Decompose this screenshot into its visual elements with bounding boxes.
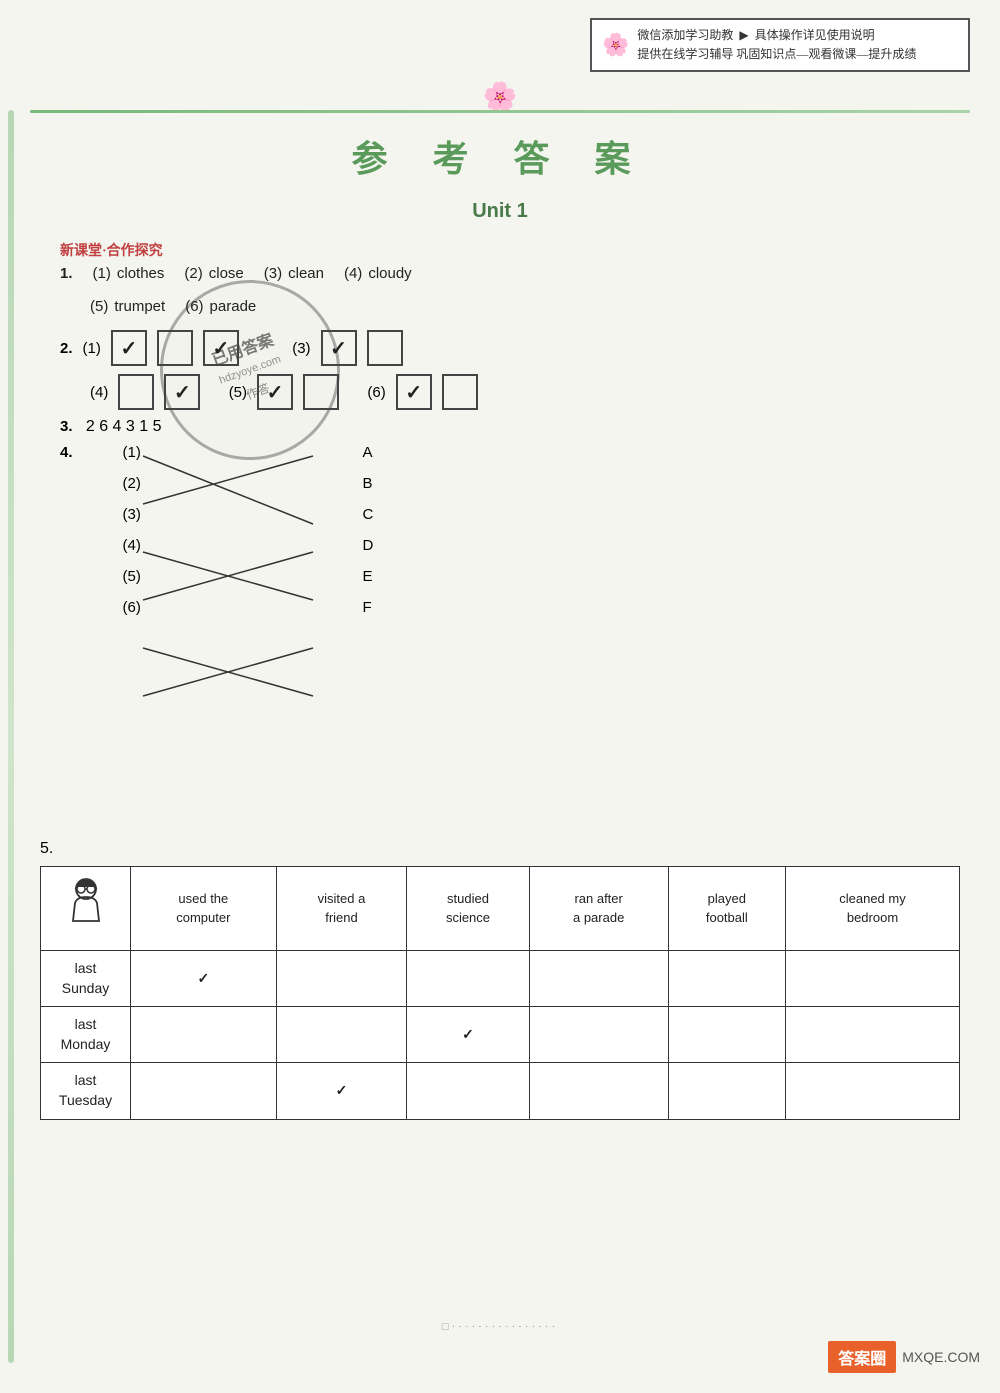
table-header-col6: cleaned mybedroom [786,867,960,951]
content-area: 1. (1) clothes (2) close (3) clean (4) c… [60,260,960,752]
question-2: 2. (1) ✓ ✓ (3) ✓ (4) ✓ (5) ✓ [60,330,960,410]
question-1: 1. (1) clothes (2) close (3) clean (4) c… [60,260,960,320]
q2-1-box3: ✓ [203,330,239,366]
question-4: 4. (1) (2) (3) (4) (5) [60,444,960,742]
q4-left: (1) (2) (3) (4) (5) (6) [123,444,141,616]
banner-text: 微信添加学习助教 ▶ 具体操作详见使用说明 提供在线学习辅导 巩固知识点—观看微… [637,26,916,64]
watermark-url: MXQE.COM [902,1349,980,1365]
q2-5-box2 [303,374,339,410]
q1-row1: 1. (1) clothes (2) close (3) clean (4) c… [60,260,960,287]
q4-left-3: (3) [123,506,141,523]
bottom-dots: □················ [442,1321,558,1333]
day-monday: lastMonday [41,1007,131,1063]
question-3: 3. 2 6 4 3 1 5 [60,418,960,436]
q4-left-5: (5) [123,568,141,585]
q4-right-D: D [363,537,374,554]
q4-left-1: (1) [123,444,141,461]
q2-4-box1 [118,374,154,410]
table-row-tuesday: lastTuesday ✓ [41,1063,960,1119]
q5-label: 5. [40,840,960,858]
table-row-monday: lastMonday ✓ [41,1007,960,1063]
banner-line2: 提供在线学习辅导 巩固知识点—观看微课—提升成绩 [637,45,916,64]
q4-right: A B C D E F [363,444,374,616]
q1-item-3: (3) clean [264,260,324,287]
q1-item-1: (1) clothes [93,260,165,287]
monday-col2 [276,1007,407,1063]
q4-right-B: B [363,475,374,492]
q2-1-box1: ✓ [111,330,147,366]
q4-right-F: F [363,599,374,616]
q3-sequence: 2 6 4 3 1 5 [86,418,162,435]
q4-left-2: (2) [123,475,141,492]
q2-3-box2 [367,330,403,366]
bottom-watermark: 答案圈 MXQE.COM [828,1341,980,1373]
q1-row2: (5) trumpet (6) parade [60,293,960,320]
q1-item-4: (4) cloudy [344,260,412,287]
section-label: 新课堂·合作探究 [60,240,163,260]
banner-icon: 🌸 [602,32,629,58]
sunday-col1: ✓ [131,951,277,1007]
tuesday-col3 [407,1063,529,1119]
table-header-row: used thecomputer visited afriend studied… [41,867,960,951]
q4-left-6: (6) [123,599,141,616]
main-title: 参 考 答 案 [0,130,1000,182]
unit-title: Unit 1 [0,200,1000,223]
sunday-col2 [276,951,407,1007]
tuesday-col4 [529,1063,668,1119]
page: 🌸 微信添加学习助教 ▶ 具体操作详见使用说明 提供在线学习辅导 巩固知识点—观… [0,0,1000,1393]
decorative-bar [8,110,14,1363]
banner-line1-detail: 具体操作详见使用说明 [755,26,875,45]
monday-col4 [529,1007,668,1063]
banner-line1-main: 微信添加学习助教 [637,26,733,45]
table-header-col5: playedfootball [668,867,785,951]
q1-item-2: (2) close [184,260,243,287]
q4-right-E: E [363,568,374,585]
q2-4-box2: ✓ [164,374,200,410]
q1-label: 1. [60,260,73,287]
question-5-section: 5. [40,840,960,1120]
table-row-sunday: lastSunday ✓ [41,951,960,1007]
q1-item-5: (5) trumpet [90,293,165,320]
q2-6-box2 [442,374,478,410]
monday-col5 [668,1007,785,1063]
q2-5-box1: ✓ [257,374,293,410]
q2-label: 2. [60,340,73,357]
flower-decoration: 🌸 [483,80,518,114]
tuesday-col5 [668,1063,785,1119]
monday-col1 [131,1007,277,1063]
day-sunday: lastSunday [41,951,131,1007]
q2-6-box1: ✓ [396,374,432,410]
tuesday-col6 [786,1063,960,1119]
tuesday-col1 [131,1063,277,1119]
tuesday-col2: ✓ [276,1063,407,1119]
q1-item-6: (6) parade [185,293,256,320]
q4-right-C: C [363,506,374,523]
q2-3-box1: ✓ [321,330,357,366]
table-header-col2: visited afriend [276,867,407,951]
monday-col6 [786,1007,960,1063]
q4-left-4: (4) [123,537,141,554]
q4-right-A: A [363,444,374,461]
table-header-icon [41,867,131,951]
day-tuesday: lastTuesday [41,1063,131,1119]
sunday-col4 [529,951,668,1007]
sunday-col3 [407,951,529,1007]
q2-1-box2 [157,330,193,366]
green-divider-top [30,110,970,113]
q2-row2: (4) ✓ (5) ✓ (6) ✓ [60,374,960,410]
q2-row1: 2. (1) ✓ ✓ (3) ✓ [60,330,960,366]
monday-col3: ✓ [407,1007,529,1063]
table-header-col3: studiedscience [407,867,529,951]
sunday-col5 [668,951,785,1007]
table-header-col1: used thecomputer [131,867,277,951]
q5-table: used thecomputer visited afriend studied… [40,866,960,1120]
banner-arrow: ▶ [739,26,748,45]
watermark-box: 答案圈 [828,1341,896,1373]
sunday-col6 [786,951,960,1007]
top-banner: 🌸 微信添加学习助教 ▶ 具体操作详见使用说明 提供在线学习辅导 巩固知识点—观… [590,18,970,72]
table-header-col4: ran aftera parade [529,867,668,951]
student-icon [61,875,111,930]
